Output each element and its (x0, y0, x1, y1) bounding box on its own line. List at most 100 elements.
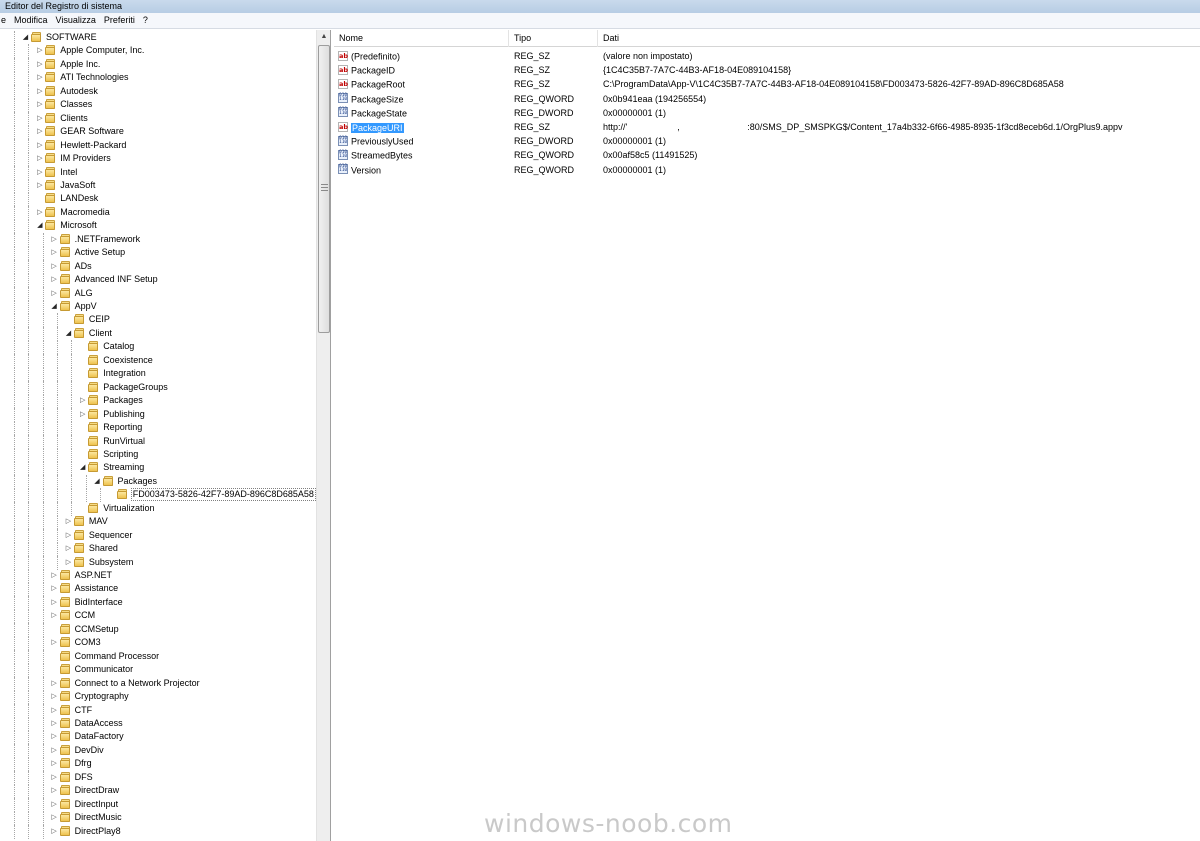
tree-node-label[interactable]: DirectDraw (74, 784, 121, 797)
tree-node[interactable]: ▷ BidInterface (0, 595, 316, 610)
expand-triangle-icon[interactable]: ▷ (35, 127, 44, 136)
expand-triangle-icon[interactable]: ▷ (50, 759, 59, 768)
tree-node-label[interactable]: Assistance (74, 582, 120, 595)
expand-triangle-icon[interactable]: ▷ (50, 611, 59, 620)
tree-node-label[interactable]: FD003473-5826-42F7-89AD-896C8D685A58 (130, 488, 316, 502)
value-row[interactable]: ab PackageURI REG_SZ http://' , :80/SMS_DP_… (334, 120, 1200, 134)
value-row[interactable]: 010 110 PackageSize REG_QWORD 0x0b941eaa (19… (334, 92, 1200, 106)
tree-node-label[interactable]: Macromedia (59, 206, 111, 219)
tree-node-label[interactable]: AppV (74, 300, 98, 313)
tree-node[interactable]: Virtualization (0, 501, 316, 516)
tree-node[interactable]: FD003473-5826-42F7-89AD-896C8D685A58 (0, 488, 316, 503)
expand-triangle-icon[interactable]: ▷ (35, 87, 44, 96)
tree-node[interactable]: ▷ COM3 (0, 636, 316, 651)
expand-triangle-icon[interactable]: ▷ (50, 679, 59, 688)
value-name-cell[interactable]: ab PackageID (338, 63, 509, 77)
tree-node[interactable]: ▷ Clients (0, 111, 316, 126)
tree-node[interactable]: ▷ DirectInput (0, 797, 316, 812)
menu-help[interactable]: ? (139, 13, 152, 28)
tree-node[interactable]: RunVirtual (0, 434, 316, 449)
collapse-triangle-icon[interactable]: ◢ (78, 463, 87, 472)
tree-node[interactable]: ▷ Dfrg (0, 757, 316, 772)
value-row[interactable]: ab PackageRoot REG_SZ C:\ProgramData\App-V\… (334, 77, 1200, 91)
tree-scrollbar[interactable]: ▲ (316, 30, 330, 841)
expand-triangle-icon[interactable]: ▷ (50, 719, 59, 728)
tree-node-label[interactable]: DirectPlay8 (74, 825, 122, 838)
tree-node-label[interactable]: Publishing (102, 408, 146, 421)
tree-node[interactable]: Communicator (0, 663, 316, 678)
menu-edit[interactable]: Modifica (10, 13, 52, 28)
expand-triangle-icon[interactable]: ▷ (35, 168, 44, 177)
expand-triangle-icon[interactable]: ▷ (50, 773, 59, 782)
tree-node[interactable]: ▷ CTF (0, 703, 316, 718)
tree-node-label[interactable]: ADs (74, 260, 93, 273)
collapse-triangle-icon[interactable]: ◢ (35, 221, 44, 230)
tree-node[interactable]: ▷ Shared (0, 542, 316, 557)
tree-node[interactable]: ◢ Client (0, 326, 316, 341)
tree-node-label[interactable]: Shared (88, 542, 119, 555)
tree-node-label[interactable]: LANDesk (59, 192, 99, 205)
tree-node[interactable]: ▷ Sequencer (0, 528, 316, 543)
value-name-cell[interactable]: 010 110 StreamedBytes (338, 148, 509, 162)
tree-node-label[interactable]: DevDiv (74, 744, 105, 757)
tree-node-label[interactable]: MAV (88, 515, 109, 528)
value-row[interactable]: ab PackageID REG_SZ {1C4C35B7-7A7C-44B3-AF1… (334, 63, 1200, 77)
expand-triangle-icon[interactable]: ▷ (35, 141, 44, 150)
tree-node[interactable]: ▷ Cryptography (0, 690, 316, 705)
tree-node[interactable]: ▷ DataAccess (0, 716, 316, 731)
tree-node-label[interactable]: ASP.NET (74, 569, 113, 582)
value-row[interactable]: 010 110 StreamedBytes REG_QWORD 0x00af58c5 (… (334, 148, 1200, 162)
tree-node-label[interactable]: BidInterface (74, 596, 124, 609)
tree-node-label[interactable]: ATI Technologies (59, 71, 129, 84)
tree-node-label[interactable]: Packages (117, 475, 159, 488)
tree-node[interactable]: ▷ DevDiv (0, 743, 316, 758)
tree-node[interactable]: ▷ Apple Computer, Inc. (0, 44, 316, 59)
expand-triangle-icon[interactable]: ▷ (64, 544, 73, 553)
tree-node[interactable]: ▷ Assistance (0, 582, 316, 597)
value-name-cell[interactable]: 010 110 Version (338, 163, 509, 177)
expand-triangle-icon[interactable]: ▷ (50, 289, 59, 298)
tree-node[interactable]: Scripting (0, 447, 316, 462)
expand-triangle-icon[interactable]: ▷ (35, 46, 44, 55)
tree-node[interactable]: ▷ Apple Inc. (0, 57, 316, 72)
tree-node[interactable]: ▷ Publishing (0, 407, 316, 422)
tree-node-label[interactable]: Intel (59, 166, 78, 179)
value-name-cell[interactable]: ab (Predefinito) (338, 49, 509, 63)
tree-node[interactable]: ▷ Packages (0, 394, 316, 409)
tree-node-label[interactable]: ALG (74, 287, 94, 300)
tree-node[interactable]: ▷ Classes (0, 98, 316, 113)
tree-node-label[interactable]: Virtualization (102, 502, 155, 515)
tree-node[interactable]: CEIP (0, 313, 316, 328)
column-header-name[interactable]: Nome (334, 30, 509, 47)
expand-triangle-icon[interactable]: ▷ (35, 100, 44, 109)
tree-node-label[interactable]: JavaSoft (59, 179, 96, 192)
tree-node-label[interactable]: Coexistence (102, 354, 154, 367)
tree-node-label[interactable]: Scripting (102, 448, 139, 461)
tree-node-label[interactable]: DFS (74, 771, 94, 784)
expand-triangle-icon[interactable]: ▷ (64, 558, 73, 567)
value-name-cell[interactable]: ab PackageRoot (338, 77, 509, 91)
tree-node[interactable]: Reporting (0, 421, 316, 436)
tree-node[interactable]: ▷ JavaSoft (0, 178, 316, 193)
column-header-data[interactable]: Dati (598, 30, 1200, 47)
expand-triangle-icon[interactable]: ▷ (50, 584, 59, 593)
tree-node-label[interactable]: Clients (59, 112, 89, 125)
value-name-cell[interactable]: 010 110 PreviouslyUsed (338, 134, 509, 148)
expand-triangle-icon[interactable]: ▷ (50, 598, 59, 607)
tree-node[interactable]: ▷ Intel (0, 165, 316, 180)
tree-node[interactable]: ▷ Active Setup (0, 246, 316, 261)
value-name-cell[interactable]: 010 110 PackageSize (338, 92, 509, 106)
expand-triangle-icon[interactable]: ▷ (50, 638, 59, 647)
expand-triangle-icon[interactable]: ▷ (50, 275, 59, 284)
tree-node-label[interactable]: Sequencer (88, 529, 134, 542)
tree-node[interactable]: ▷ CCM (0, 609, 316, 624)
tree-node-label[interactable]: Advanced INF Setup (74, 273, 159, 286)
expand-triangle-icon[interactable]: ▷ (35, 181, 44, 190)
tree-node-label[interactable]: GEAR Software (59, 125, 125, 138)
tree-node[interactable]: ▷ .NETFramework (0, 232, 316, 247)
menu-view[interactable]: Visualizza (52, 13, 100, 28)
tree-node[interactable]: ▷ DFS (0, 770, 316, 785)
tree-node-label[interactable]: Dfrg (74, 757, 93, 770)
tree-node-label[interactable]: Command Processor (74, 650, 161, 663)
tree-node-label[interactable]: DataFactory (74, 730, 125, 743)
